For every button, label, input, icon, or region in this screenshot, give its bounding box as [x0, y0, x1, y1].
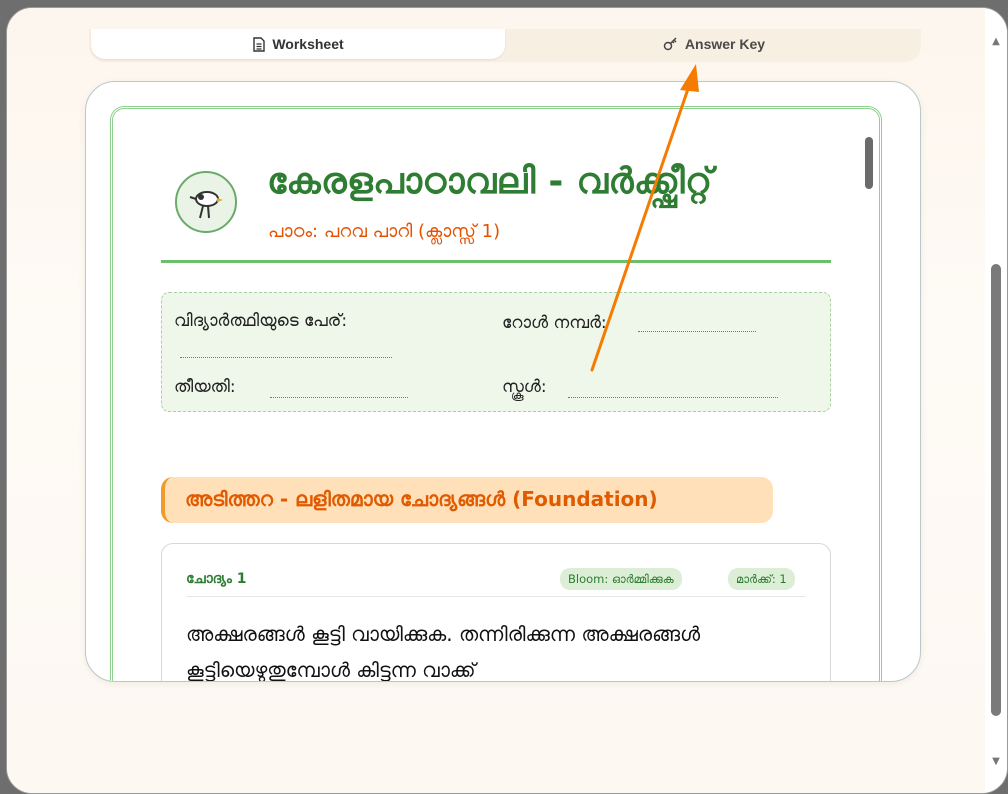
- question-text: അക്ഷരങ്ങൾ കൂട്ടി വായിക്കുക. തന്നിരിക്കുന…: [186, 622, 701, 682]
- question-number: ചോദ്യം 1: [186, 571, 247, 587]
- worksheet-title: കേരളപാഠാവലി - വർക്ക്ഷീറ്റ്: [267, 161, 713, 202]
- date-field[interactable]: [270, 397, 408, 398]
- roll-number-label: റോൾ നമ്പർ:: [502, 313, 607, 333]
- preview-scrollbar-thumb[interactable]: [865, 137, 873, 189]
- tab-worksheet-label: Worksheet: [272, 36, 344, 52]
- scroll-up-icon[interactable]: ▲: [990, 36, 1002, 48]
- view-tabs: Worksheet Answer Key: [89, 29, 921, 62]
- bloom-badge: Bloom: ഓർമ്മിക്കുക: [560, 568, 682, 590]
- question-divider: [186, 596, 806, 597]
- school-label: സ്കൂൾ:: [502, 377, 547, 397]
- question-card: ചോദ്യം 1 Bloom: ഓർമ്മിക്കുക മാർക്ക്: 1 അ…: [161, 543, 831, 682]
- tab-worksheet[interactable]: Worksheet: [91, 29, 505, 59]
- document-icon: [252, 36, 266, 52]
- title-divider: [161, 260, 831, 263]
- tab-answer-key[interactable]: Answer Key: [507, 29, 921, 59]
- window-scrollbar[interactable]: ▲ ▼: [985, 8, 1007, 793]
- window-scrollbar-thumb[interactable]: [991, 264, 1001, 716]
- worksheet-preview-card: കേരളപാഠാവലി - വർക്ക്ഷീറ്റ് പാഠം: പറവ പാറ…: [85, 81, 921, 682]
- tab-answer-key-label: Answer Key: [684, 36, 766, 52]
- browser-window: Worksheet Answer Key കേരളപാഠാവലി - വർക്ക…: [6, 7, 1008, 794]
- student-name-field[interactable]: [180, 357, 392, 358]
- student-name-label: വിദ്യാർത്ഥിയുടെ പേര്:: [174, 311, 348, 331]
- page-viewport: Worksheet Answer Key കേരളപാഠാവലി - വർക്ക…: [7, 8, 985, 793]
- worksheet-subtitle: പാഠം: പറവ പാറി (ക്ലാസ്സ് 1): [268, 221, 501, 242]
- roll-number-field[interactable]: [638, 331, 756, 332]
- marks-badge: മാർക്ക്: 1: [728, 568, 795, 590]
- scroll-down-icon[interactable]: ▼: [990, 756, 1002, 768]
- school-field[interactable]: [568, 397, 778, 398]
- worksheet-sheet[interactable]: കേരളപാഠാവലി - വർക്ക്ഷീറ്റ് പാഠം: പറവ പാറ…: [110, 106, 882, 682]
- bird-icon: [175, 171, 237, 233]
- student-info-box: വിദ്യാർത്ഥിയുടെ പേര്: റോൾ നമ്പർ: തീയതി: …: [161, 292, 831, 412]
- date-label: തീയതി:: [174, 377, 236, 397]
- section-header-foundation: അടിത്തറ - ലളിതമായ ചോദ്യങ്ങൾ (Foundation): [161, 477, 773, 523]
- section-title: അടിത്തറ - ലളിതമായ ചോദ്യങ്ങൾ (Foundation): [185, 487, 658, 511]
- key-icon: [663, 37, 679, 51]
